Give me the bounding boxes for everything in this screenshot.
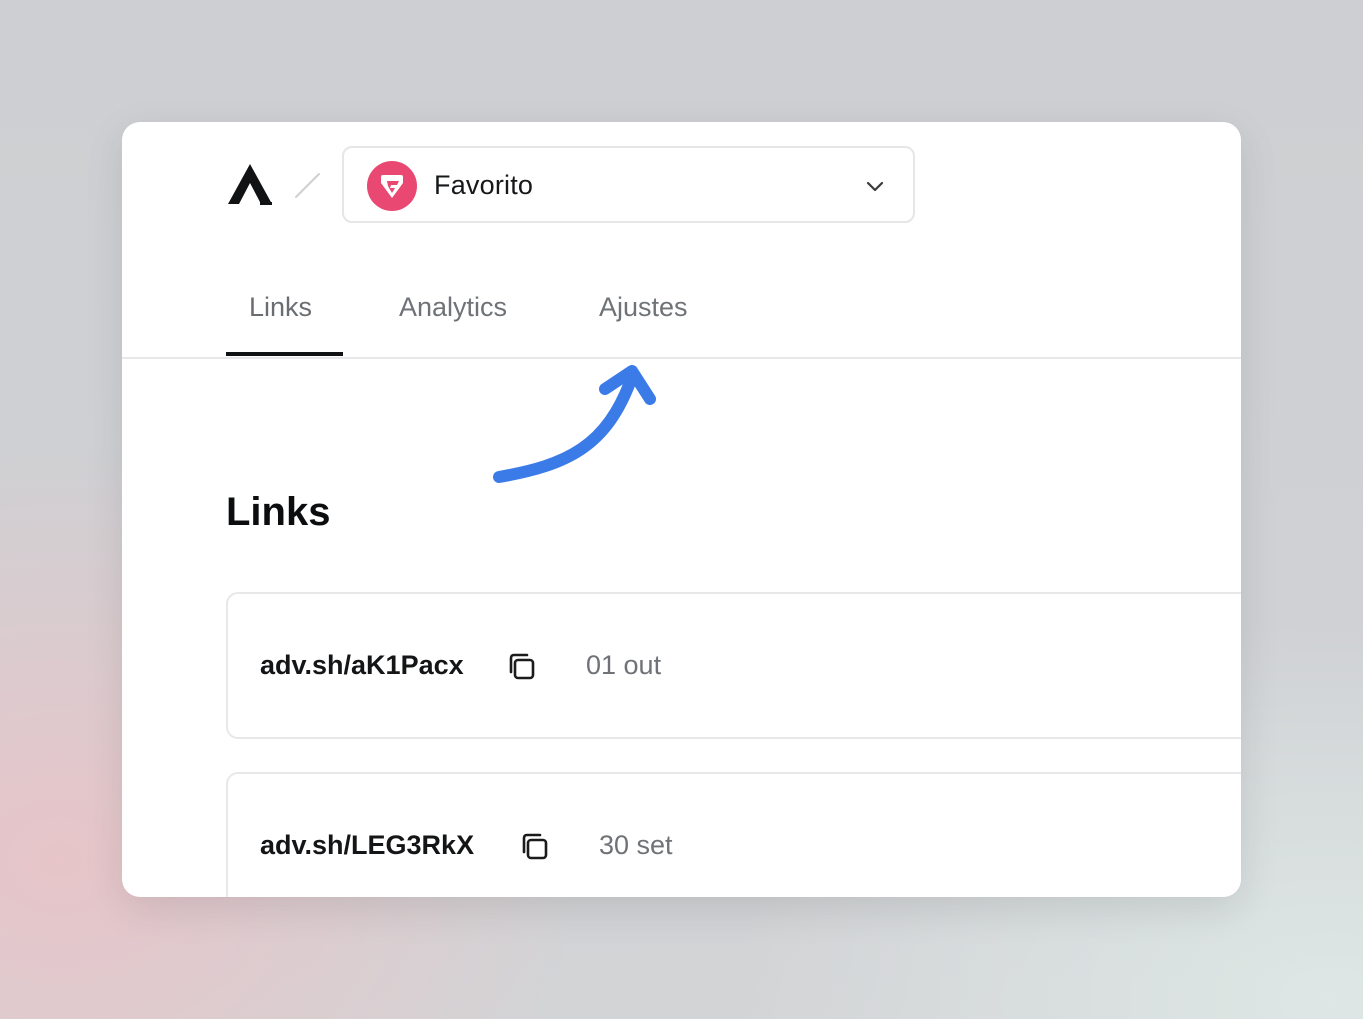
project-name: Favorito <box>434 170 534 200</box>
link-date: 30 set <box>599 830 673 860</box>
chevron-down-icon <box>866 181 884 192</box>
link-card[interactable]: adv.sh/aK1Pacx 01 out <box>226 592 1241 739</box>
link-card[interactable]: adv.sh/LEG3RkX 30 set <box>226 772 1241 897</box>
tab-analytics[interactable]: Analytics <box>399 292 507 323</box>
app-window: Favorito Links Analytics Ajustes Links a… <box>122 122 1241 897</box>
tab-bar: Links Analytics Ajustes <box>122 282 1241 359</box>
copy-icon[interactable] <box>505 650 539 684</box>
breadcrumb-separator-icon <box>295 173 320 198</box>
project-avatar <box>367 161 417 211</box>
tab-links[interactable]: Links <box>249 292 312 323</box>
page-title: Links <box>226 490 331 534</box>
short-link-url[interactable]: adv.sh/LEG3RkX <box>260 830 474 861</box>
annotation-arrow-icon <box>493 365 656 483</box>
copy-icon[interactable] <box>518 830 552 864</box>
active-tab-indicator <box>226 352 343 356</box>
link-date: 01 out <box>586 650 662 680</box>
short-link-url[interactable]: adv.sh/aK1Pacx <box>260 650 464 681</box>
project-selector[interactable]: Favorito <box>342 146 915 223</box>
tab-settings[interactable]: Ajustes <box>599 292 688 323</box>
brand-logo-icon[interactable] <box>226 162 274 206</box>
project-logo-icon <box>381 175 403 198</box>
